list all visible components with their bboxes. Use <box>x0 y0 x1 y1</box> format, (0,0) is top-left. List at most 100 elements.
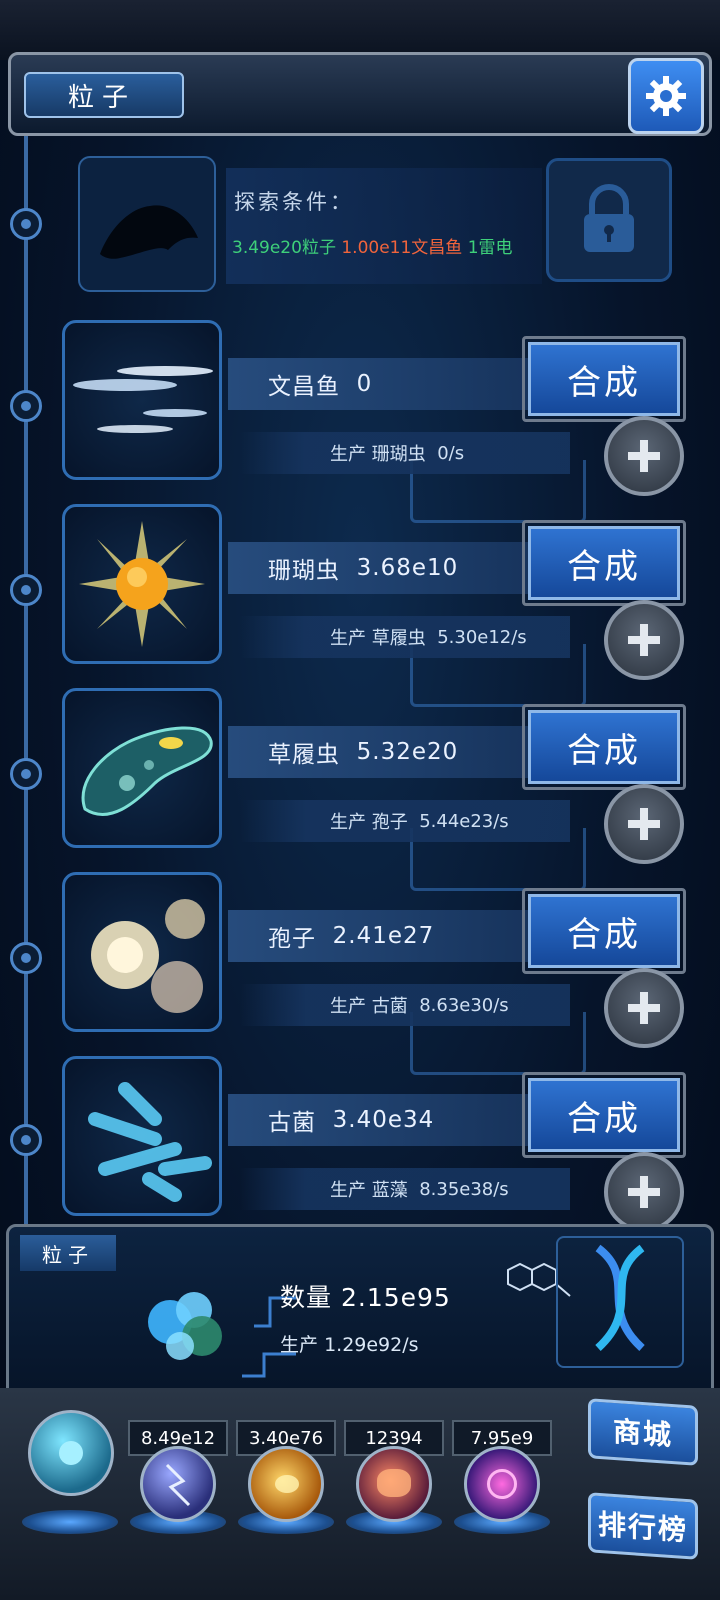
add-button[interactable] <box>604 784 684 864</box>
creature-name-bar: 孢子 2.41e27 <box>228 910 538 962</box>
produce-label: 生产 <box>330 996 366 1017</box>
shop-button[interactable]: 商城 <box>588 1398 698 1466</box>
produce-label: 生产 <box>330 444 366 465</box>
produce-rate: 5.30e12/s <box>437 626 527 648</box>
creature-name-bar: 珊瑚虫 3.68e10 <box>228 542 538 594</box>
quantity-value: 2.15e95 <box>340 1283 451 1312</box>
spore-icon <box>91 899 205 1013</box>
production-bar: 生产 草履虫 5.30e12/s <box>240 616 570 658</box>
coral-polyp-icon <box>79 521 205 647</box>
requirement-amphioxus: 1.00e11文昌鱼 <box>341 238 463 258</box>
production-bar: 生产 蓝藻 8.35e38/s <box>240 1168 570 1210</box>
lightning-icon <box>165 1463 191 1507</box>
creature-count: 3.68e10 <box>356 555 459 581</box>
synthesize-label: 合成 <box>567 730 641 771</box>
produce-rate: 8.35e38/s <box>419 1178 509 1200</box>
produce-rate: 5.44e23/s <box>419 810 509 832</box>
produce-target: 古菌 <box>371 996 408 1017</box>
creature-name: 孢子 <box>268 926 316 952</box>
plus-icon <box>628 624 660 656</box>
rail-node <box>10 942 42 974</box>
orb-pedestal <box>22 1510 118 1534</box>
plus-icon <box>628 992 660 1024</box>
add-button[interactable] <box>604 600 684 680</box>
plus-icon <box>628 1176 660 1208</box>
synthesize-label: 合成 <box>567 546 641 587</box>
rail-node <box>10 574 42 606</box>
creature-card-paramecium[interactable] <box>62 688 222 848</box>
synthesize-button[interactable]: 合成 <box>528 710 680 784</box>
archaea-icon <box>88 1082 212 1202</box>
produce-rate: 1.29e92/s <box>324 1334 419 1356</box>
quantity-label: 数量 <box>280 1283 333 1312</box>
particle-production: 生产 1.29e92/s <box>280 1330 419 1357</box>
vortex-orb-tab[interactable] <box>464 1446 540 1522</box>
particle-orb-tab[interactable] <box>28 1410 114 1496</box>
silhouette-icon <box>100 205 198 259</box>
unlock-button[interactable] <box>546 158 672 282</box>
produce-rate: 0/s <box>437 442 465 464</box>
synthesize-label: 合成 <box>567 362 641 403</box>
synthesize-label: 合成 <box>567 914 641 955</box>
page-title-text: 粒子 <box>68 82 137 113</box>
creature-count: 3.40e34 <box>332 1107 435 1133</box>
creature-name: 文昌鱼 <box>268 374 340 400</box>
particle-quantity: 数量 2.15e95 <box>280 1278 451 1314</box>
leaderboard-label: 排行榜 <box>597 1507 688 1548</box>
requirement-thunder: 1雷电 <box>467 238 513 258</box>
explore-requirements: 3.49e20粒子 1.00e11文昌鱼 1雷电 <box>232 233 513 258</box>
page-title: 粒子 <box>24 72 184 118</box>
creature-card-archaea[interactable] <box>62 1056 222 1216</box>
creature-name-bar: 草履虫 5.32e20 <box>228 726 538 778</box>
plus-icon <box>628 808 660 840</box>
rail-node <box>10 758 42 790</box>
creature-name-bar: 古菌 3.40e34 <box>228 1094 538 1146</box>
produce-rate: 8.63e30/s <box>419 994 509 1016</box>
creature-name: 草履虫 <box>268 742 340 768</box>
creature-count: 2.41e27 <box>332 923 435 949</box>
synthesize-button[interactable]: 合成 <box>528 526 680 600</box>
creature-name: 古菌 <box>268 1110 316 1136</box>
rail-lock-node <box>10 208 42 240</box>
synthesize-button[interactable]: 合成 <box>528 894 680 968</box>
dna-panel <box>556 1236 684 1368</box>
production-bar: 生产 古菌 8.63e30/s <box>240 984 570 1026</box>
creature-name: 珊瑚虫 <box>268 558 340 584</box>
creature-card-spore[interactable] <box>62 872 222 1032</box>
add-button[interactable] <box>604 1152 684 1232</box>
vortex-icon <box>487 1469 517 1499</box>
dna-icon <box>595 1244 645 1351</box>
leaderboard-button[interactable]: 排行榜 <box>588 1492 698 1560</box>
creature-card-coral[interactable] <box>62 504 222 664</box>
brain-icon <box>377 1469 411 1497</box>
production-bar: 生产 珊瑚虫 0/s <box>240 432 570 474</box>
amphioxus-icon <box>73 366 213 433</box>
creature-card-amphioxus[interactable] <box>62 320 222 480</box>
produce-target: 蓝藻 <box>371 1180 408 1201</box>
produce-label: 生产 <box>330 812 366 833</box>
synthesize-button[interactable]: 合成 <box>528 1078 680 1152</box>
add-button[interactable] <box>604 416 684 496</box>
explore-condition-title: 探索条件： <box>234 190 354 214</box>
production-bar: 生产 孢子 5.44e23/s <box>240 800 570 842</box>
thunder-orb-tab[interactable] <box>140 1446 216 1522</box>
brain-orb-tab[interactable] <box>356 1446 432 1522</box>
synthesize-button[interactable]: 合成 <box>528 342 680 416</box>
fire-orb-tab[interactable] <box>248 1446 324 1522</box>
summary-label: 粒子 <box>20 1235 116 1271</box>
settings-button[interactable] <box>628 58 704 134</box>
progress-rail <box>24 136 28 1226</box>
particle-cluster-icon <box>148 1292 222 1360</box>
add-button[interactable] <box>604 968 684 1048</box>
locked-creature-card <box>78 156 216 292</box>
gear-icon <box>646 76 686 116</box>
produce-label: 生产 <box>330 1180 366 1201</box>
creature-name-bar: 文昌鱼 0 <box>228 358 538 410</box>
plus-icon <box>628 440 660 472</box>
lock-icon <box>584 184 634 252</box>
produce-target: 孢子 <box>371 812 408 833</box>
produce-label: 生产 <box>280 1334 319 1356</box>
paramecium-icon <box>81 726 213 816</box>
produce-label: 生产 <box>330 628 366 649</box>
status-area <box>0 0 720 60</box>
